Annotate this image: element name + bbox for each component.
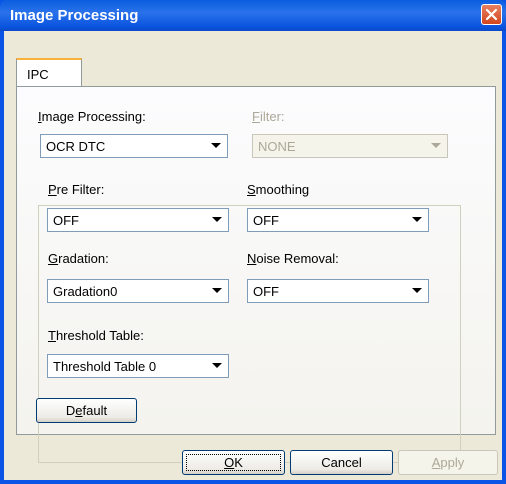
default-button[interactable]: Default (36, 398, 137, 423)
threshold-table-value: Threshold Table 0 (53, 359, 157, 374)
chevron-down-icon (212, 217, 222, 222)
chevron-down-icon (412, 288, 422, 293)
threshold-table-dropdown-button[interactable] (209, 356, 227, 376)
pre-filter-select[interactable]: OFF (47, 208, 229, 232)
chevron-down-icon (412, 217, 422, 222)
image-processing-select[interactable]: OCR DTC (40, 134, 228, 158)
dialog-client-area: IPC Image Processing: OCR DTC Filter: NO… (4, 31, 502, 480)
chevron-down-icon (211, 143, 221, 148)
close-button[interactable] (481, 4, 502, 25)
threshold-table-select[interactable]: Threshold Table 0 (47, 354, 229, 378)
tab-ipc[interactable]: IPC (16, 58, 82, 87)
title-bar[interactable]: Image Processing (0, 0, 506, 31)
window-title: Image Processing (10, 7, 139, 24)
image-processing-dropdown-button[interactable] (208, 136, 226, 156)
chevron-down-icon (431, 143, 441, 148)
apply-button[interactable]: Apply (398, 450, 498, 475)
filter-value: NONE (258, 139, 296, 154)
default-button-label: Default (65, 403, 108, 418)
smoothing-label: Smoothing (247, 182, 310, 197)
smoothing-dropdown-button[interactable] (409, 210, 427, 230)
smoothing-value: OFF (253, 213, 279, 228)
threshold-table-label: Threshold Table: (48, 328, 144, 343)
image-processing-label: Image Processing: (38, 109, 146, 124)
filter-select[interactable]: NONE (252, 134, 448, 158)
gradation-value: Gradation0 (53, 284, 118, 299)
noise-removal-label: Noise Removal: (247, 251, 339, 266)
image-processing-value: OCR DTC (46, 139, 106, 154)
gradation-select[interactable]: Gradation0 (47, 279, 229, 303)
filter-dropdown-button[interactable] (428, 136, 446, 156)
apply-button-label: Apply (431, 455, 465, 470)
gradation-label: Gradation: (48, 251, 109, 266)
ok-button[interactable]: OK (182, 450, 285, 475)
chevron-down-icon (212, 363, 222, 368)
pre-filter-value: OFF (53, 213, 79, 228)
tab-ipc-label: IPC (27, 67, 49, 82)
focus-rectangle (186, 454, 281, 471)
noise-removal-dropdown-button[interactable] (409, 281, 427, 301)
smoothing-select[interactable]: OFF (247, 208, 429, 232)
cancel-button-label: Cancel (321, 455, 362, 470)
gradation-dropdown-button[interactable] (209, 281, 227, 301)
dialog-window: Image Processing IPC Image Processing: O… (0, 0, 506, 484)
pre-filter-label: Pre Filter: (48, 182, 105, 197)
filter-label: Filter: (252, 109, 285, 124)
noise-removal-value: OFF (253, 284, 279, 299)
chevron-down-icon (212, 288, 222, 293)
pre-filter-dropdown-button[interactable] (209, 210, 227, 230)
noise-removal-select[interactable]: OFF (247, 279, 429, 303)
close-icon (485, 8, 498, 21)
cancel-button[interactable]: Cancel (290, 450, 393, 475)
